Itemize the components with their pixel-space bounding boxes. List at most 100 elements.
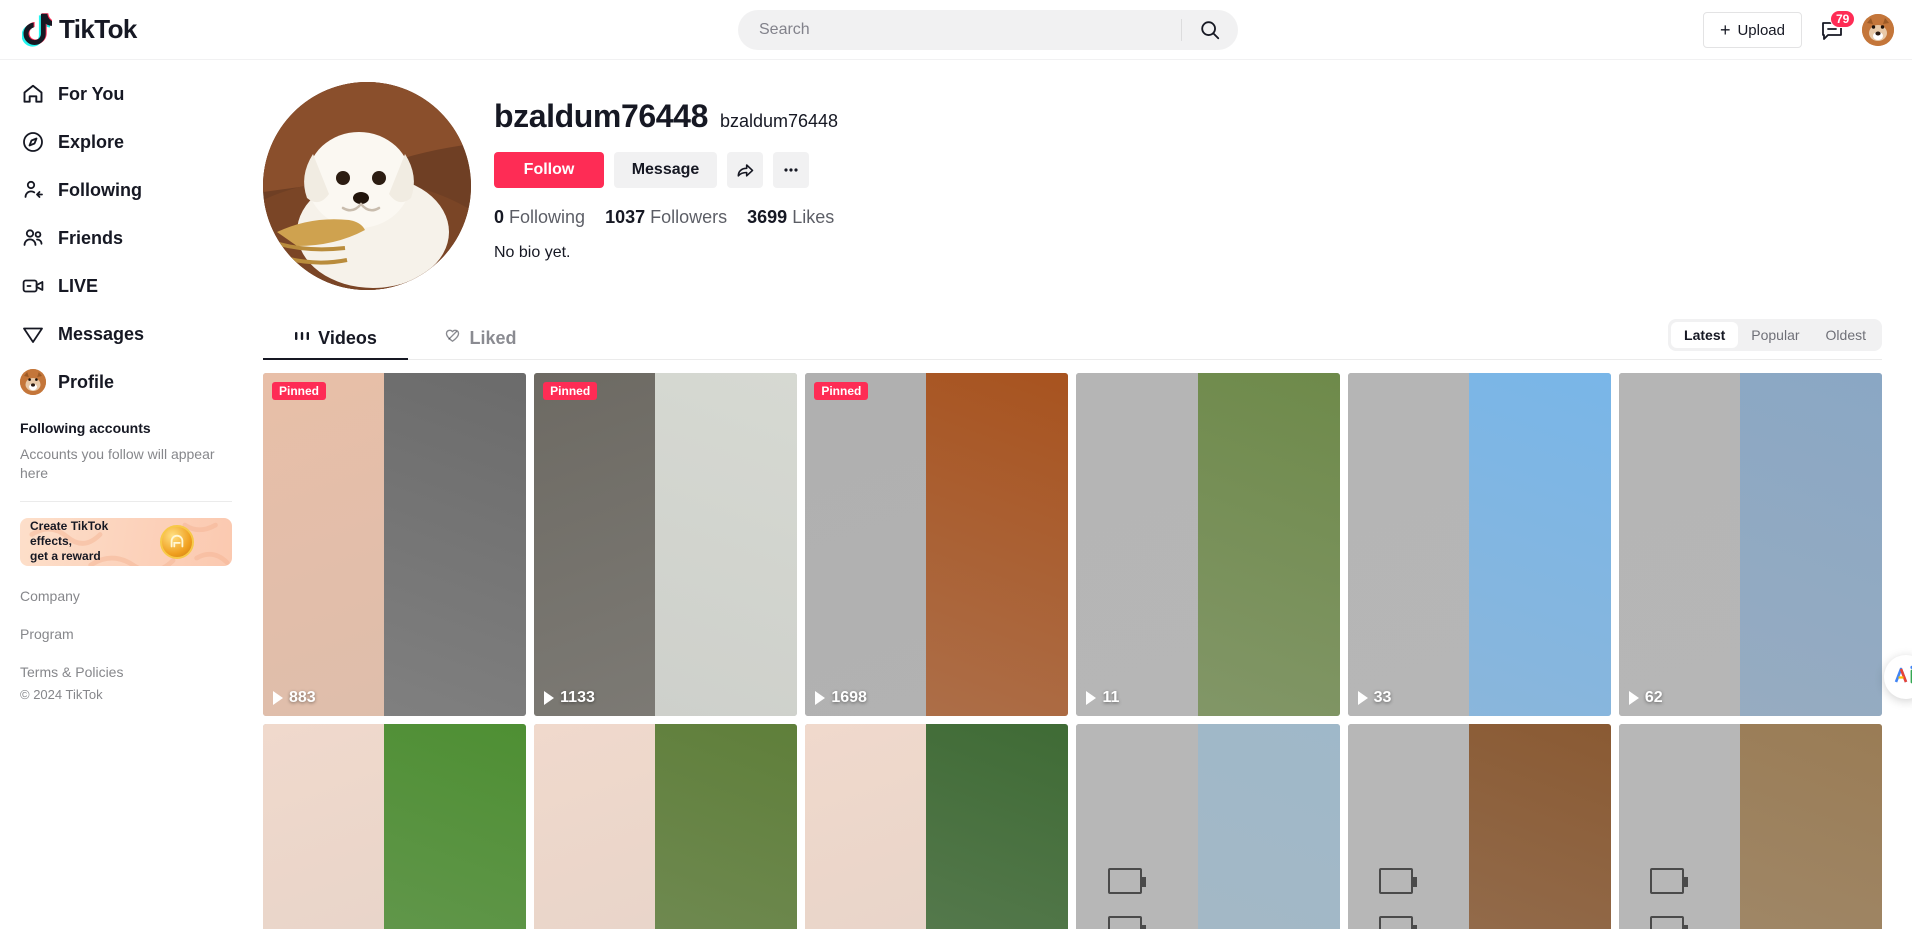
video-grid: Pinned883Pinned1133Pinned1698113362www.b… — [263, 373, 1882, 929]
video-card[interactable]: Pinned 1698 — [805, 373, 1069, 716]
battery-overlay-icon — [1108, 916, 1147, 929]
share-arrow-icon — [737, 164, 754, 177]
followers-label: Followers — [650, 207, 728, 227]
sidebar-item-following[interactable]: Following — [12, 166, 240, 214]
ai-assistant-button[interactable] — [1884, 655, 1912, 699]
footer-link-terms[interactable]: Terms & Policies — [20, 664, 240, 680]
video-thumbnail: Pinned 1698 — [805, 373, 1069, 716]
video-thumbnail: 11 — [1076, 373, 1340, 716]
sort-options: Latest Popular Oldest — [1668, 319, 1882, 351]
thumbnail-right-pane — [384, 724, 527, 929]
profile-avatar-large[interactable] — [263, 82, 471, 290]
sort-popular-button[interactable]: Popular — [1738, 322, 1812, 348]
thumbnail-right-pane — [1197, 373, 1340, 716]
sidebar-item-live[interactable]: LIVE — [12, 262, 240, 310]
stat-followers[interactable]: 1037 Followers — [605, 207, 727, 228]
video-card[interactable] — [534, 724, 798, 929]
thumbnail-left-pane — [534, 724, 656, 929]
profile-avatar-button[interactable] — [1862, 14, 1894, 46]
following-accounts-title: Following accounts — [20, 420, 151, 436]
avatar-icon — [20, 369, 46, 395]
profile-nickname: bzaldum76448 — [719, 111, 839, 131]
more-options-button[interactable] — [773, 152, 809, 188]
sidebar-item-friends[interactable]: Friends — [12, 214, 240, 262]
stat-following[interactable]: 0 Following — [494, 207, 585, 228]
view-count-value: 62 — [1644, 689, 1663, 706]
dog-avatar-icon — [1862, 14, 1894, 46]
create-effects-promo-banner[interactable]: Create TikTok effects, get a reward — [20, 517, 232, 566]
footer-link-program[interactable]: Program — [20, 626, 240, 642]
puppy-avatar-image — [263, 82, 471, 290]
tiktok-logo[interactable]: TikTok — [22, 12, 137, 47]
play-icon — [544, 691, 555, 705]
view-count: 62 — [1628, 689, 1663, 707]
video-thumbnail — [263, 724, 527, 929]
play-icon — [1086, 691, 1097, 705]
thumbnail-right-pane — [1739, 373, 1882, 716]
inbox-badge: 79 — [1830, 10, 1856, 28]
profile-name-line: bzaldum76448 bzaldum76448 — [494, 98, 838, 135]
footer-link-company[interactable]: Company — [20, 588, 240, 604]
video-card[interactable]: Pinned 1133 — [534, 373, 798, 716]
view-count-value: 1133 — [560, 689, 595, 706]
live-video-icon — [20, 273, 46, 299]
search-submit-button[interactable] — [1182, 10, 1238, 50]
video-thumbnail: 62 — [1618, 373, 1882, 716]
thumbnail-left-pane — [1347, 724, 1469, 929]
inbox-button[interactable]: 79 — [1817, 10, 1856, 45]
share-button[interactable] — [727, 152, 763, 188]
play-icon — [1628, 691, 1639, 705]
video-card[interactable] — [263, 724, 527, 929]
view-count-value: 33 — [1373, 689, 1392, 706]
tiktok-note-icon — [22, 12, 52, 47]
main-content: bzaldum76448 bzaldum76448 Follow Message — [240, 60, 1912, 929]
sidebar-item-explore[interactable]: Explore — [12, 118, 240, 166]
video-card[interactable]: 33 — [1347, 373, 1611, 716]
tab-videos-label: Videos — [318, 327, 377, 348]
search-bar[interactable] — [738, 10, 1238, 50]
sidebar-item-profile[interactable]: Profile — [12, 358, 240, 406]
follow-button[interactable]: Follow — [494, 152, 604, 188]
sidebar-label: For You — [58, 83, 125, 104]
left-sidebar: For You Explore Following Friends LIVE M… — [0, 60, 240, 929]
video-card[interactable] — [805, 724, 1069, 929]
search-input[interactable] — [738, 10, 1181, 50]
thumbnail-right-pane — [1739, 724, 1882, 929]
coin-icon — [160, 524, 194, 559]
pinned-badge: Pinned — [543, 382, 598, 400]
battery-overlay-icon — [1650, 916, 1689, 929]
top-navigation-bar: TikTok + Upload 79 — [0, 0, 1912, 60]
video-thumbnail: Pinned 883 — [263, 373, 527, 716]
sidebar-item-for-you[interactable]: For You — [12, 70, 240, 118]
sidebar-label: Messages — [58, 323, 145, 344]
video-thumbnail: www.beijingchuhai.c — [1618, 724, 1882, 929]
top-nav-actions: + Upload 79 — [1702, 0, 1894, 60]
video-card[interactable]: 11 — [1076, 373, 1340, 716]
video-card[interactable]: Pinned 883 — [263, 373, 527, 716]
sort-oldest-button[interactable]: Oldest — [1813, 322, 1879, 348]
tab-videos[interactable]: Videos — [263, 317, 408, 360]
message-button[interactable]: Message — [614, 152, 717, 188]
profile-header: bzaldum76448 bzaldum76448 Follow Message — [263, 82, 1882, 290]
ai-sparkle-icon — [1893, 665, 1912, 690]
stat-likes[interactable]: 3699 Likes — [747, 207, 834, 228]
sort-latest-button[interactable]: Latest — [1671, 322, 1739, 348]
following-count: 0 — [494, 207, 505, 227]
upload-button[interactable]: + Upload — [1702, 12, 1802, 48]
sidebar-divider — [20, 500, 232, 502]
likes-label: Likes — [792, 207, 835, 227]
plus-icon: + — [1719, 20, 1731, 40]
tab-liked[interactable]: Liked — [408, 317, 553, 359]
video-card[interactable]: 62 — [1618, 373, 1882, 716]
video-card[interactable]: www.beijingchuhai.c — [1618, 724, 1882, 929]
profile-info: bzaldum76448 bzaldum76448 Follow Message — [494, 82, 838, 290]
profile-stats: 0 Following 1037 Followers 3699 Likes — [494, 207, 838, 228]
sidebar-item-messages[interactable]: Messages — [12, 310, 240, 358]
sidebar-label: Profile — [58, 371, 115, 392]
view-count: 883 — [273, 689, 316, 707]
thumbnail-left-pane — [805, 373, 927, 716]
thumbnail-right-pane — [384, 373, 527, 716]
video-card[interactable] — [1347, 724, 1611, 929]
thumbnail-right-pane — [926, 724, 1069, 929]
video-card[interactable] — [1076, 724, 1340, 929]
